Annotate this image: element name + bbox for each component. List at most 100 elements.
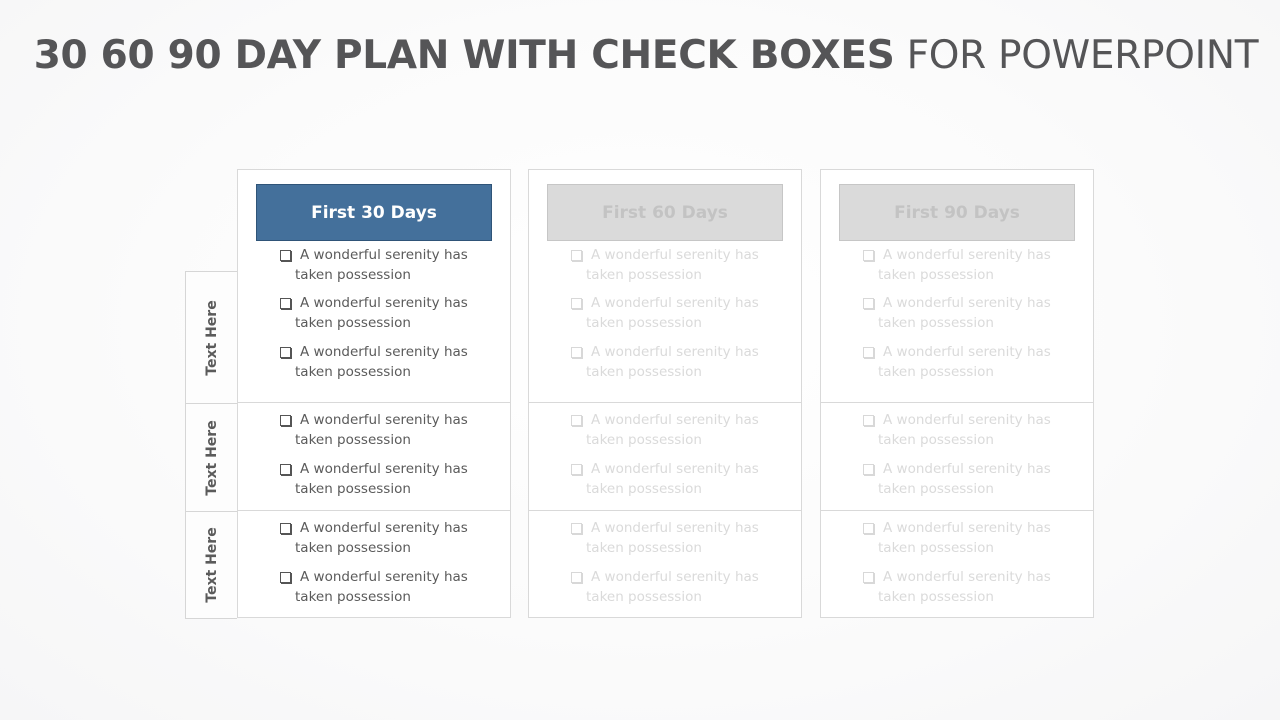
checkbox-icon[interactable] [571, 464, 582, 475]
row-divider [529, 402, 801, 403]
checkbox-icon[interactable] [571, 572, 582, 583]
checklist-item-text: A wonderful serenity has [300, 461, 468, 477]
row-divider [821, 510, 1093, 511]
row-label-text: Text Here [203, 299, 220, 376]
checklist-item-text: A wonderful serenity has [883, 412, 1051, 428]
checklist-item-text: A wonderful serenity has [883, 461, 1051, 477]
checklist-item-text: A wonderful serenity has [300, 520, 468, 536]
checklist-item: A wonderful serenity has taken possession [569, 460, 769, 499]
checklist-item-text: A wonderful serenity has [883, 344, 1051, 360]
row-divider [238, 402, 510, 403]
checklist-item-text: A wonderful serenity has [591, 461, 759, 477]
checklist-item-text: taken possession [586, 480, 702, 497]
checklist-item-text: taken possession [878, 431, 994, 448]
checkbox-icon[interactable] [863, 415, 874, 426]
checklist-item: A wonderful serenity has taken possession [278, 294, 478, 333]
checklist-item-text: taken possession [586, 588, 702, 605]
checklist-item: A wonderful serenity has taken possession [278, 519, 478, 558]
checkbox-icon[interactable] [280, 250, 291, 261]
checklist-item-text: taken possession [586, 363, 702, 380]
slide-title-bold: 30 60 90 DAY PLAN WITH CHECK BOXES [33, 33, 895, 78]
plan-column-1: First 30 Days A wonderful serenity has tak… [237, 169, 511, 618]
checklist-item-text: A wonderful serenity has [591, 295, 759, 311]
checkbox-icon[interactable] [571, 523, 582, 534]
slide-title-light: FOR POWERPOINT [894, 33, 1259, 78]
checkbox-icon[interactable] [863, 464, 874, 475]
checklist-item-text: A wonderful serenity has [300, 344, 468, 360]
plan-column-3: First 90 Days A wonderful serenity has tak… [820, 169, 1094, 618]
checklist-item-text: taken possession [586, 539, 702, 556]
checklist-item: A wonderful serenity has taken possession [861, 411, 1061, 450]
checkbox-icon[interactable] [280, 347, 291, 358]
checklist-item: A wonderful serenity has taken possession [861, 294, 1061, 333]
row-label-1: Text Here [185, 271, 237, 404]
checklist-item: A wonderful serenity has taken possession [861, 519, 1061, 558]
checklist-item-text: A wonderful serenity has [300, 247, 468, 263]
checkbox-icon[interactable] [863, 298, 874, 309]
checkbox-icon[interactable] [863, 347, 874, 358]
checklist-item-text: taken possession [295, 314, 411, 331]
row-label-text: Text Here [203, 419, 220, 496]
checklist-item-text: taken possession [586, 431, 702, 448]
checklist-item-text: A wonderful serenity has [591, 412, 759, 428]
checklist-item: A wonderful serenity has taken possession [278, 411, 478, 450]
checklist-item-text: taken possession [295, 363, 411, 380]
row-divider [238, 510, 510, 511]
checklist-item-text: A wonderful serenity has [591, 569, 759, 585]
checklist-item-text: taken possession [295, 431, 411, 448]
checklist-item-text: A wonderful serenity has [300, 569, 468, 585]
checkbox-icon[interactable] [280, 523, 291, 534]
checklist-item: A wonderful serenity has taken possession [569, 294, 769, 333]
checklist-item: A wonderful serenity has taken possession [861, 568, 1061, 607]
checkbox-icon[interactable] [571, 298, 582, 309]
checkbox-icon[interactable] [571, 250, 582, 261]
row-divider [821, 402, 1093, 403]
checklist-item: A wonderful serenity has taken possession [278, 568, 478, 607]
checklist-item: A wonderful serenity has taken possession [569, 411, 769, 450]
checklist-item-text: A wonderful serenity has [883, 247, 1051, 263]
checklist-item-text: taken possession [878, 266, 994, 283]
checklist-item-text: A wonderful serenity has [591, 247, 759, 263]
checklist-item: A wonderful serenity has taken possession [278, 246, 478, 285]
checklist-item-text: taken possession [878, 363, 994, 380]
checklist-item: A wonderful serenity has taken possession [569, 568, 769, 607]
checklist-item-text: taken possession [295, 588, 411, 605]
checklist-item-text: A wonderful serenity has [591, 520, 759, 536]
checklist-item: A wonderful serenity has taken possession [861, 460, 1061, 499]
checkbox-icon[interactable] [280, 298, 291, 309]
checklist-item-text: taken possession [295, 266, 411, 283]
checkbox-icon[interactable] [571, 347, 582, 358]
checkbox-icon[interactable] [280, 464, 291, 475]
checklist-item-text: taken possession [586, 266, 702, 283]
checklist-item-text: A wonderful serenity has [300, 412, 468, 428]
checkbox-icon[interactable] [280, 572, 291, 583]
checklist-item-text: taken possession [878, 588, 994, 605]
checklist-item: A wonderful serenity has taken possession [278, 343, 478, 382]
checklist-item-text: taken possession [295, 539, 411, 556]
checklist-item: A wonderful serenity has taken possession [569, 246, 769, 285]
checklist-item-text: taken possession [878, 539, 994, 556]
column-header: First 90 Days [839, 184, 1075, 241]
checklist-item-text: A wonderful serenity has [300, 295, 468, 311]
checklist-item-text: A wonderful serenity has [883, 520, 1051, 536]
column-header: First 30 Days [256, 184, 492, 241]
column-header: First 60 Days [547, 184, 783, 241]
checkbox-icon[interactable] [863, 523, 874, 534]
checklist-item-text: taken possession [586, 314, 702, 331]
checkbox-icon[interactable] [571, 415, 582, 426]
checklist-item-text: A wonderful serenity has [883, 569, 1051, 585]
checkbox-icon[interactable] [863, 572, 874, 583]
checklist-item-text: taken possession [295, 480, 411, 497]
slide-title: 30 60 90 DAY PLAN WITH CHECK BOXES FOR P… [0, 33, 1280, 78]
checklist-item: A wonderful serenity has taken possession [861, 343, 1061, 382]
checklist-item: A wonderful serenity has taken possession [861, 246, 1061, 285]
checklist-item: A wonderful serenity has taken possession [569, 519, 769, 558]
checklist-item-text: taken possession [878, 480, 994, 497]
row-label-text: Text Here [203, 527, 220, 603]
checkbox-icon[interactable] [280, 415, 291, 426]
row-label-2: Text Here [185, 403, 237, 512]
checklist-item-text: A wonderful serenity has [591, 344, 759, 360]
checklist-item-text: taken possession [878, 314, 994, 331]
checklist-item-text: A wonderful serenity has [883, 295, 1051, 311]
checkbox-icon[interactable] [863, 250, 874, 261]
